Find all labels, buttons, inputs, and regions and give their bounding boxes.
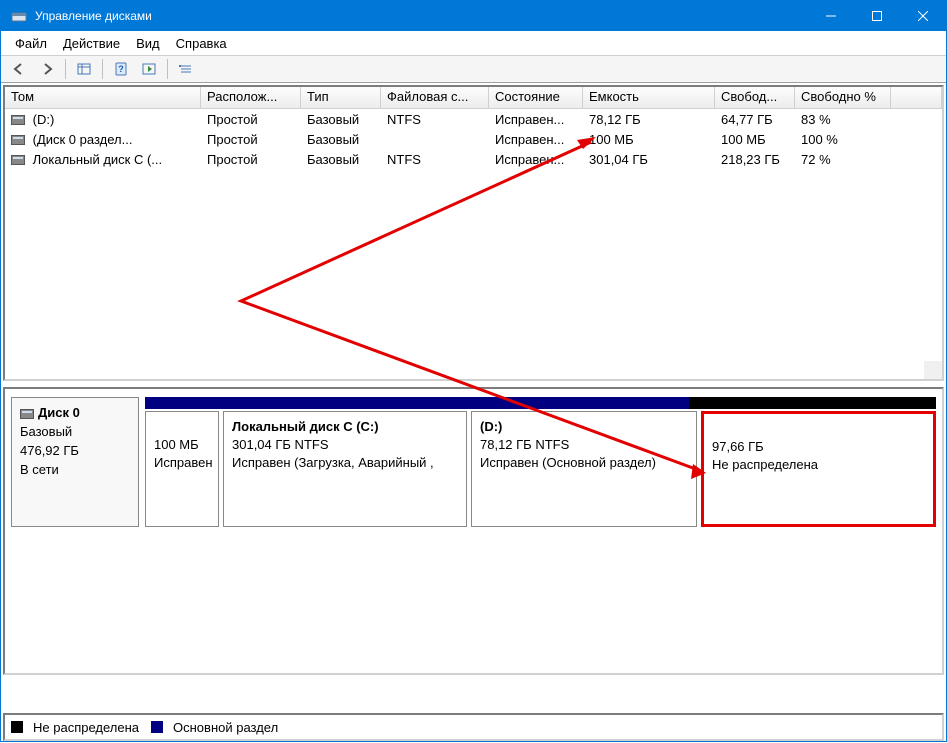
col-volume[interactable]: Том [5,87,201,108]
col-state[interactable]: Состояние [489,87,583,108]
volume-row[interactable]: (Диск 0 раздел... ПростойБазовый Исправен.… [5,129,942,149]
volume-name: Локальный диск C (... [29,152,162,167]
volume-free: 100 МБ [715,131,795,148]
legend-swatch-primary [151,721,163,733]
volume-capacity: 78,12 ГБ [583,111,715,128]
volume-free: 218,23 ГБ [715,151,795,168]
menubar: Файл Действие Вид Справка [1,31,946,55]
partition-state: Исправен (Основной раздел) [480,454,688,472]
toolbar-separator [65,59,66,79]
volume-fs: NTFS [381,111,489,128]
col-spacer [891,87,942,108]
partition-size: 100 МБ [154,436,210,454]
minimize-button[interactable] [808,1,854,31]
partition[interactable]: (D:)78,12 ГБ NTFSИсправен (Основной разд… [471,411,697,527]
disk-icon [20,409,34,419]
volume-type: Базовый [301,131,381,148]
disk-bar-segment [463,397,689,409]
partition-size: 78,12 ГБ NTFS [480,436,688,454]
volume-capacity: 100 МБ [583,131,715,148]
volume-name: (Диск 0 раздел... [29,132,132,147]
disk-bar-segment [689,397,936,409]
svg-text:?: ? [118,64,124,74]
volume-free-pct: 72 % [795,151,891,168]
maximize-button[interactable] [854,1,900,31]
legend-swatch-unallocated [11,721,23,733]
volume-capacity: 301,04 ГБ [583,151,715,168]
titlebar: Управление дисками [1,1,946,31]
partition-title: Локальный диск C (C:) [232,418,458,436]
menu-file[interactable]: Файл [7,34,55,53]
disk-bar-segment [219,397,463,409]
legend: Не распределена Основной раздел [3,713,944,741]
forward-button[interactable] [35,58,59,80]
volume-type: Базовый [301,151,381,168]
col-fs[interactable]: Файловая с... [381,87,489,108]
partition-state: Исправен [154,454,210,472]
volume-icon [11,155,25,165]
volume-name: (D:) [29,112,54,127]
partition-state: Исправен (Загрузка, Аварийный , [232,454,458,472]
content-area: Том Располож... Тип Файловая с... Состоя… [1,83,946,677]
disk-type: Базовый [20,423,130,442]
volume-row[interactable]: (D:) ПростойБазовыйNTFSИсправен...78,12 Г… [5,109,942,129]
partition[interactable]: 100 МБИсправен [145,411,219,527]
volume-state: Исправен... [489,131,583,148]
volume-icon [11,115,25,125]
volume-icon [11,135,25,145]
volume-free-pct: 83 % [795,111,891,128]
disk-status: В сети [20,461,130,480]
list-options-button[interactable] [174,58,198,80]
toolbar-separator [102,59,103,79]
volume-list-header: Том Располож... Тип Файловая с... Состоя… [5,87,942,109]
partition-size: 301,04 ГБ NTFS [232,436,458,454]
toolbar-separator [167,59,168,79]
app-icon [9,6,29,26]
partition-state: Не распределена [712,456,925,474]
volume-type: Базовый [301,111,381,128]
scroll-corner [924,361,942,379]
volume-state: Исправен... [489,111,583,128]
legend-primary: Основной раздел [173,720,278,735]
refresh-button[interactable] [137,58,161,80]
toolbar: ? [1,55,946,83]
volume-layout: Простой [201,111,301,128]
volume-free-pct: 100 % [795,131,891,148]
partition-title: (D:) [480,418,688,436]
legend-unallocated: Не распределена [33,720,139,735]
disk-size: 476,92 ГБ [20,442,130,461]
partition[interactable]: Локальный диск C (C:)301,04 ГБ NTFSИспра… [223,411,467,527]
details-view-button[interactable] [72,58,96,80]
volume-free: 64,77 ГБ [715,111,795,128]
volume-list[interactable]: Том Располож... Тип Файловая с... Состоя… [3,85,944,381]
volume-row[interactable]: Локальный диск C (... ПростойБазовыйNTFSИ… [5,149,942,169]
volume-fs [381,138,489,140]
partition[interactable]: 97,66 ГБНе распределена [701,411,936,527]
menu-action[interactable]: Действие [55,34,128,53]
window-title: Управление дисками [35,9,808,23]
col-free[interactable]: Свобод... [715,87,795,108]
disk-info[interactable]: Диск 0 Базовый 476,92 ГБ В сети [11,397,139,527]
volume-fs: NTFS [381,151,489,168]
col-type[interactable]: Тип [301,87,381,108]
back-button[interactable] [7,58,31,80]
volume-layout: Простой [201,151,301,168]
disk-row: Диск 0 Базовый 476,92 ГБ В сети 100 МБИс… [11,397,936,527]
col-free-pct[interactable]: Свободно % [795,87,891,108]
menu-help[interactable]: Справка [168,34,235,53]
menu-view[interactable]: Вид [128,34,168,53]
disk-name: Диск 0 [38,405,80,420]
volume-layout: Простой [201,131,301,148]
volume-state: Исправен... [489,151,583,168]
col-capacity[interactable]: Емкость [583,87,715,108]
disk-map: 100 МБИсправенЛокальный диск C (C:)301,0… [145,397,936,527]
window-controls [808,1,946,31]
disk-bar-segment [145,397,219,409]
col-layout[interactable]: Располож... [201,87,301,108]
partition-size: 97,66 ГБ [712,438,925,456]
disk-map-pane[interactable]: Диск 0 Базовый 476,92 ГБ В сети 100 МБИс… [3,387,944,675]
help-button[interactable]: ? [109,58,133,80]
close-button[interactable] [900,1,946,31]
